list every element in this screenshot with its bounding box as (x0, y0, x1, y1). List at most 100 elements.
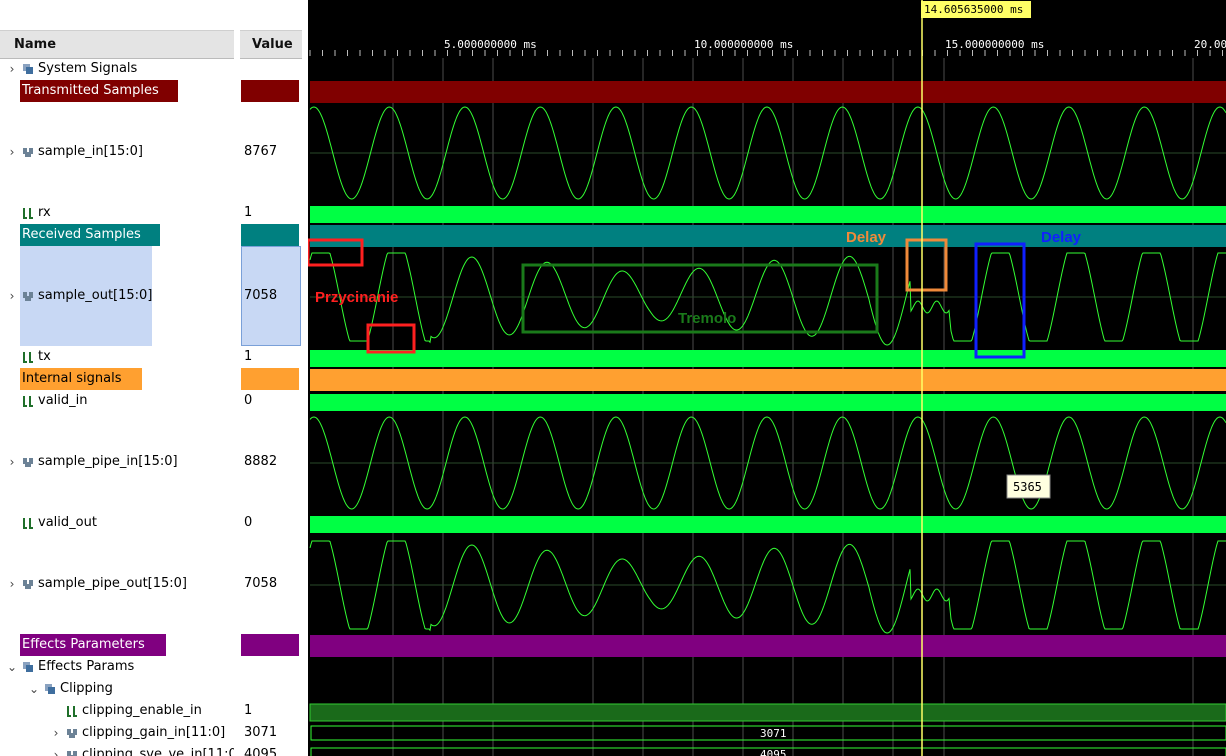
signal-value: 7058 (244, 576, 278, 591)
tree-row-sample-in[interactable]: › sample_in[15:0] (0, 141, 234, 163)
delay-highlight-box (974, 242, 1026, 359)
waveform-valid-out[interactable] (310, 516, 1226, 533)
clipping-highlight-box (366, 323, 416, 354)
signal-name: valid_in (38, 393, 88, 408)
folder-icon (23, 662, 33, 672)
bit-signal-icon (23, 208, 33, 219)
annotation-delay-blue: Delay (1041, 229, 1082, 246)
signal-value: 3071 (244, 725, 278, 740)
chevron-right-icon[interactable]: › (7, 58, 17, 80)
tree-row-rx[interactable]: rx (0, 202, 234, 224)
name-column-header[interactable]: Name (0, 30, 234, 59)
group-divider-internal-signals[interactable]: Internal signals (20, 368, 142, 390)
chevron-right-icon[interactable]: › (51, 722, 61, 744)
group-bar-transmitted-samples (310, 81, 1226, 103)
bus-icon (67, 729, 77, 738)
tree-row-sample-out[interactable]: › sample_out[15:0] (0, 285, 234, 307)
bit-signal-icon (23, 396, 33, 407)
bit-signal-icon (67, 706, 77, 717)
time-tick-label: 5.000000000 ms (444, 38, 537, 51)
tree-row-clipping[interactable]: ⌄ Clipping (0, 678, 234, 700)
signal-name: System Signals (38, 61, 138, 76)
time-tick-label: 20.000 (1194, 38, 1226, 51)
group-label: Effects Parameters (22, 637, 145, 652)
group-bar-internal-signals (310, 369, 1226, 391)
tree-row-effects-params[interactable]: ⌄ Effects Params (0, 656, 234, 678)
group-label: Transmitted Samples (22, 83, 159, 98)
waveform-sample-pipe-out[interactable] (309, 540, 1226, 634)
group-bar-received-samples (310, 225, 1226, 247)
chevron-right-icon[interactable]: › (7, 573, 17, 595)
signal-value: 0 (244, 393, 253, 408)
signal-value: 8767 (244, 144, 278, 159)
tree-row-clipping-enable-in[interactable]: clipping_enable_in (0, 700, 234, 722)
bus-icon (23, 292, 33, 301)
signal-value: 1 (244, 349, 253, 364)
tree-row-clipping-gain-in[interactable]: › clipping_gain_in[11:0] (0, 722, 234, 744)
chevron-right-icon[interactable]: › (7, 141, 17, 163)
waveform-tx[interactable] (310, 350, 1226, 367)
name-panel: Name › System Signals Transmitted Sample… (0, 0, 234, 756)
chevron-down-icon[interactable]: ⌄ (29, 678, 39, 700)
signal-name: Clipping (60, 681, 113, 696)
waveform-clipping-enable-in[interactable] (309, 703, 1226, 722)
waveform-panel[interactable]: 5.000000000 ms 10.000000000 ms 15.000000… (308, 0, 1226, 756)
chevron-down-icon[interactable]: ⌄ (7, 656, 17, 678)
waveform-rx[interactable] (310, 206, 1226, 223)
value-column-header[interactable]: Value (240, 30, 302, 59)
signal-value: 7058 (244, 288, 278, 303)
group-divider-effects-parameters[interactable]: Effects Parameters (20, 634, 166, 656)
group-value-swatch (241, 224, 299, 246)
bit-signal-icon (23, 518, 33, 529)
bit-signal-icon (23, 352, 33, 363)
value-column-title: Value (252, 37, 293, 52)
waveform-canvas[interactable]: 5.000000000 ms 10.000000000 ms 15.000000… (308, 0, 1226, 756)
group-value-swatch (241, 634, 299, 656)
folder-icon (23, 64, 33, 74)
name-column-title: Name (14, 37, 57, 52)
signal-name: valid_out (38, 515, 97, 530)
delay-highlight-box (905, 238, 948, 292)
time-ruler[interactable]: 5.000000000 ms 10.000000000 ms 15.000000… (309, 38, 1226, 56)
group-value-swatch (241, 368, 299, 390)
signal-name: clipping_gain_in[11:0] (82, 725, 226, 740)
signal-name: sample_pipe_in[15:0] (38, 454, 178, 469)
signal-name: rx (38, 205, 51, 220)
bus-icon (23, 458, 33, 467)
bus-icon (23, 148, 33, 157)
folder-icon (45, 684, 55, 694)
signal-name: sample_in[15:0] (38, 144, 143, 159)
group-value-swatch (241, 80, 299, 102)
signal-name: sample_out[15:0] (38, 288, 153, 303)
tree-row-system-signals[interactable]: › System Signals (0, 58, 234, 80)
bus-value-label: 3071 (760, 727, 787, 740)
group-label: Received Samples (22, 227, 141, 242)
signal-value: 4095 (244, 747, 278, 756)
signal-name: tx (38, 349, 51, 364)
time-tick-label: 15.000000000 ms (945, 38, 1044, 51)
signal-value: 0 (244, 515, 253, 530)
chevron-right-icon[interactable]: › (7, 451, 17, 473)
time-tick-label: 10.000000000 ms (694, 38, 793, 51)
bus-value-label: 4095 (760, 748, 787, 756)
bus-icon (67, 751, 77, 756)
signal-name: clipping_sve_ve_in[11:0] (82, 747, 234, 756)
tree-row-sample-pipe-out[interactable]: › sample_pipe_out[15:0] (0, 573, 234, 595)
chevron-right-icon[interactable]: › (7, 285, 17, 307)
group-divider-received-samples[interactable]: Received Samples (20, 224, 160, 246)
cursor-time-label: 14.605635000 ms (924, 3, 1023, 16)
signal-name: clipping_enable_in (82, 703, 202, 718)
tree-row-sample-pipe-in[interactable]: › sample_pipe_in[15:0] (0, 451, 234, 473)
group-bar-effects-parameters (310, 635, 1226, 657)
signal-name: Effects Params (38, 659, 135, 674)
tree-row-valid-out[interactable]: valid_out (0, 512, 234, 534)
chevron-right-icon[interactable]: › (51, 744, 61, 756)
group-label: Internal signals (22, 371, 122, 386)
tree-row-tx[interactable]: tx (0, 346, 234, 368)
signal-name: sample_pipe_out[15:0] (38, 576, 188, 591)
tree-row-clipping-last[interactable]: › clipping_sve_ve_in[11:0] (0, 744, 234, 756)
tree-row-valid-in[interactable]: valid_in (0, 390, 234, 412)
annotation-tremolo: Tremolo (678, 310, 736, 327)
waveform-valid-in[interactable] (310, 394, 1226, 411)
group-divider-transmitted-samples[interactable]: Transmitted Samples (20, 80, 178, 102)
